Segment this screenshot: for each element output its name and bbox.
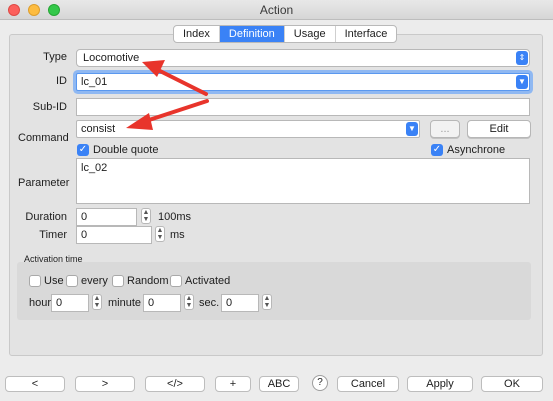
- parameter-label: Parameter: [18, 177, 70, 189]
- tab-bar: Index Definition Usage Interface: [173, 25, 398, 43]
- sec-label: sec.: [199, 297, 220, 309]
- activation-title: Activation time: [24, 254, 83, 264]
- use-label: Use: [44, 275, 64, 287]
- cancel-button[interactable]: Cancel: [337, 376, 399, 392]
- minute-label: minute: [108, 297, 142, 309]
- asynchrone-checkbox[interactable]: ✓: [431, 144, 443, 156]
- abc-button[interactable]: ABC: [259, 376, 299, 392]
- use-checkbox[interactable]: [29, 275, 41, 287]
- random-label: Random: [127, 275, 169, 287]
- sec-stepper[interactable]: ▲ ▼: [262, 294, 272, 310]
- timer-stepper[interactable]: ▲ ▼: [155, 226, 165, 242]
- add-button[interactable]: +: [215, 376, 251, 392]
- type-label: Type: [43, 51, 67, 63]
- activated-checkbox[interactable]: [170, 275, 182, 287]
- parameter-textarea[interactable]: lc_02: [76, 158, 530, 204]
- minute-stepper[interactable]: ▲ ▼: [184, 294, 194, 310]
- minute-input[interactable]: 0: [143, 294, 181, 312]
- sec-input[interactable]: 0: [221, 294, 259, 312]
- tab-definition[interactable]: Definition: [219, 26, 285, 42]
- duration-stepper[interactable]: ▲ ▼: [141, 208, 151, 224]
- asynchrone-label: Asynchrone: [447, 144, 506, 156]
- edit-button[interactable]: Edit: [467, 120, 531, 138]
- chevron-down-icon: ▼: [516, 75, 528, 89]
- activation-group: [17, 262, 531, 320]
- apply-button[interactable]: Apply: [407, 376, 473, 392]
- browse-button[interactable]: ...: [430, 120, 460, 138]
- type-value: Locomotive: [83, 52, 140, 64]
- subid-input[interactable]: [76, 98, 530, 116]
- duration-input[interactable]: 0: [76, 208, 137, 226]
- next-button[interactable]: >: [75, 376, 135, 392]
- help-button[interactable]: ?: [312, 375, 328, 391]
- every-label: every: [81, 275, 108, 287]
- activated-label: Activated: [185, 275, 231, 287]
- duration-unit: 100ms: [158, 211, 192, 223]
- random-checkbox[interactable]: [112, 275, 124, 287]
- id-select[interactable]: lc_01 ▼: [76, 73, 530, 91]
- timer-label: Timer: [39, 229, 67, 241]
- hour-stepper[interactable]: ▲ ▼: [92, 294, 102, 310]
- hour-label: hour: [29, 297, 52, 309]
- id-value: lc_01: [81, 76, 108, 88]
- command-label: Command: [18, 132, 69, 144]
- double-quote-checkbox[interactable]: ✓: [77, 144, 89, 156]
- tab-interface[interactable]: Interface: [336, 26, 397, 42]
- tab-index[interactable]: Index: [174, 26, 220, 42]
- every-checkbox[interactable]: [66, 275, 78, 287]
- command-value: consist: [81, 123, 116, 135]
- chevron-updown-icon: ⇕: [516, 51, 528, 65]
- chevron-down-icon: ▼: [406, 122, 418, 136]
- hour-input[interactable]: 0: [51, 294, 89, 312]
- duration-label: Duration: [25, 211, 67, 223]
- timer-unit: ms: [170, 229, 185, 241]
- ok-button[interactable]: OK: [481, 376, 543, 392]
- previous-button[interactable]: <: [5, 376, 65, 392]
- title-bar: Action: [0, 0, 553, 20]
- type-select[interactable]: Locomotive ⇕: [76, 49, 530, 67]
- subid-label: Sub-ID: [32, 101, 67, 113]
- tab-usage[interactable]: Usage: [285, 26, 336, 42]
- id-label: ID: [56, 75, 67, 87]
- command-select[interactable]: consist ▼: [76, 120, 420, 138]
- source-button[interactable]: </>: [145, 376, 205, 392]
- window-title: Action: [259, 3, 294, 17]
- double-quote-label: Double quote: [93, 144, 159, 156]
- timer-input[interactable]: 0: [76, 226, 152, 244]
